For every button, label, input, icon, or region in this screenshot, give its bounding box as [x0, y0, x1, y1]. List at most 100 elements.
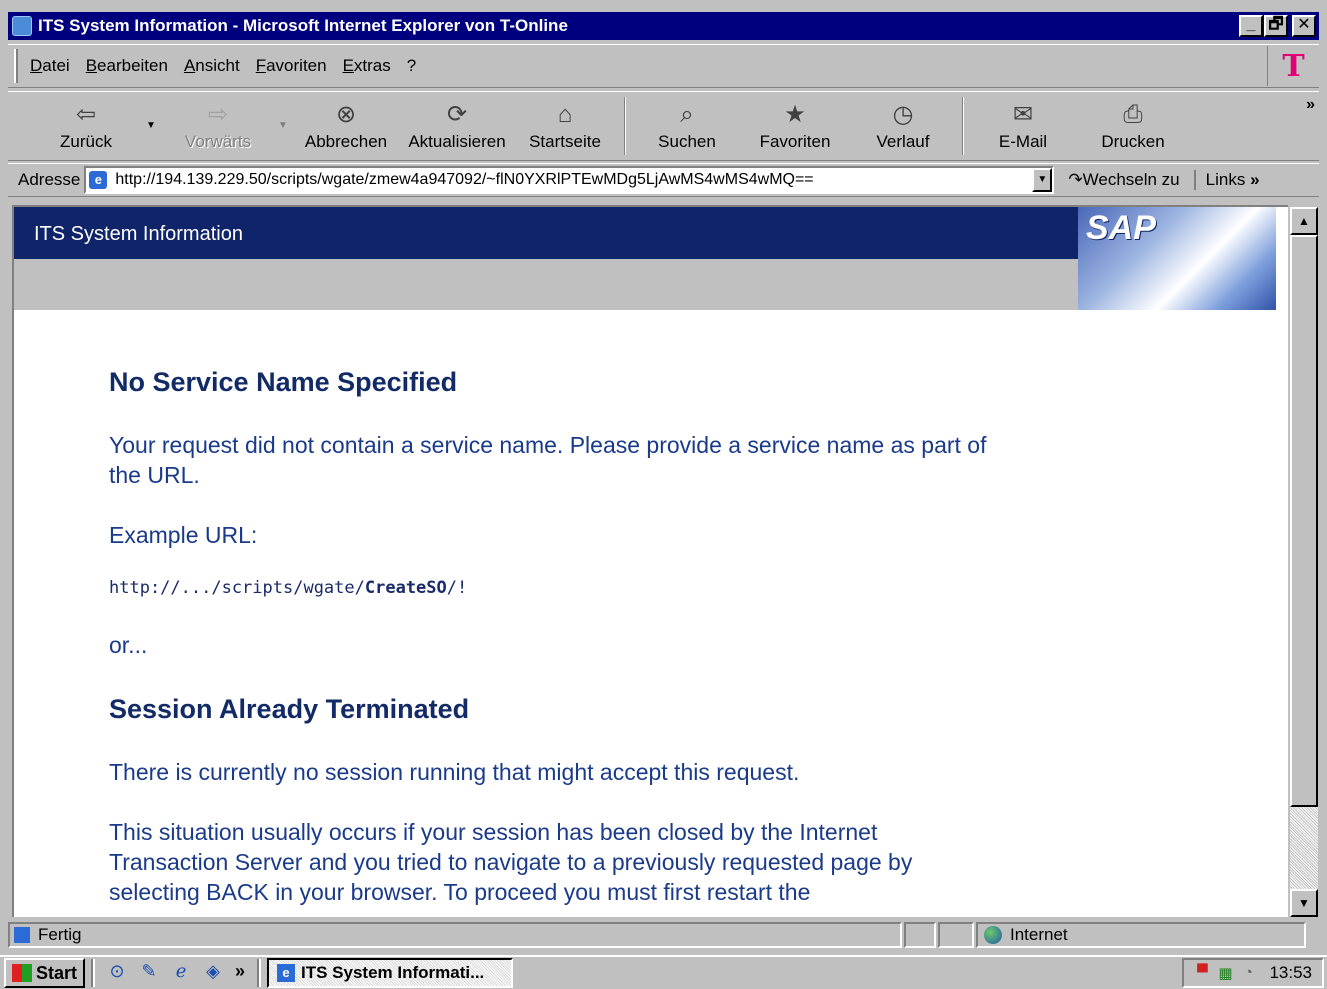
- menu-help[interactable]: ?: [407, 56, 416, 76]
- address-dropdown-button[interactable]: ▼: [1032, 168, 1053, 192]
- vertical-scrollbar[interactable]: ▲ ▼: [1290, 207, 1318, 917]
- status-zone: Internet: [1010, 925, 1068, 944]
- start-button[interactable]: Start: [4, 958, 86, 988]
- page-header-title: ITS System Information: [34, 223, 243, 245]
- forward-dropdown-icon[interactable]: ▼: [278, 120, 288, 131]
- scroll-down-button[interactable]: ▼: [1290, 889, 1318, 917]
- example-url-label: Example URL:: [109, 522, 258, 548]
- status-zone-panel: Internet: [976, 922, 1306, 948]
- status-text: Fertig: [38, 925, 82, 944]
- taskbar-separator: [257, 959, 262, 987]
- window-title: ITS System Information - Microsoft Inter…: [38, 16, 568, 35]
- page-status-icon: [14, 927, 30, 943]
- history-icon: ◷: [892, 101, 914, 128]
- system-tray: ▀ ▦ ◔ 13:53: [1182, 958, 1324, 988]
- forward-arrow-icon: ⇨: [207, 101, 229, 128]
- menu-favoriten[interactable]: Favoriten: [256, 56, 327, 76]
- status-panel-security: [938, 922, 974, 948]
- mail-button[interactable]: ✉ E-Mail: [980, 92, 1066, 160]
- sap-title-band: ITS System Information: [14, 207, 1078, 259]
- heading-no-service: No Service Name Specified: [109, 367, 458, 397]
- status-bar: Fertig Internet: [8, 921, 1319, 949]
- home-button[interactable]: ⌂ Startseite: [520, 92, 610, 160]
- scroll-up-button[interactable]: ▲: [1290, 207, 1318, 235]
- heading-session-terminated: Session Already Terminated: [109, 694, 470, 724]
- sap-logo: SAP: [1078, 207, 1276, 310]
- paragraph-no-service: Your request did not contain a service n…: [109, 432, 987, 488]
- menu-datei[interactable]: Datei: [30, 56, 70, 76]
- home-icon: ⌂: [557, 101, 573, 128]
- links-button[interactable]: Links »: [1193, 170, 1260, 190]
- taskbar-task-label: ITS System Informati...: [301, 963, 485, 982]
- paragraph-no-session: There is currently no session running th…: [109, 759, 800, 785]
- ie-window-icon[interactable]: [12, 16, 32, 36]
- tray-tonline-icon[interactable]: ▀: [1192, 964, 1212, 982]
- quicklaunch-channels-icon[interactable]: ◈: [200, 961, 226, 985]
- links-chevron: »: [1250, 170, 1260, 189]
- window-title-bar[interactable]: ITS System Information - Microsoft Inter…: [8, 12, 1319, 40]
- close-button[interactable]: ✕: [1292, 15, 1316, 37]
- favorites-folder-icon: ★: [784, 101, 806, 128]
- status-panel-progress: [904, 922, 936, 948]
- go-button[interactable]: ↷Wechseln zu: [1068, 170, 1179, 190]
- example-url-code: http://.../scripts/wgate/CreateSO/!: [109, 578, 468, 598]
- print-button[interactable]: ⎙ Drucken: [1088, 92, 1178, 160]
- refresh-button[interactable]: ⟳ Aktualisieren: [402, 92, 512, 160]
- quicklaunch-outlook-icon[interactable]: ✎: [136, 961, 162, 985]
- toolbar-overflow-chevron[interactable]: »: [1306, 96, 1315, 114]
- tray-scheduler-icon[interactable]: ◔: [1238, 964, 1258, 982]
- toolbar-grip[interactable]: [14, 49, 18, 83]
- sap-page-header: ITS System Information SAP: [14, 207, 1276, 310]
- start-label: Start: [36, 962, 78, 983]
- tray-clock[interactable]: 13:53: [1269, 963, 1312, 983]
- toolbar-separator: [624, 97, 626, 155]
- menu-extras[interactable]: Extras: [343, 56, 391, 76]
- toolbar-separator: [962, 97, 964, 155]
- address-label: Adresse: [18, 170, 81, 189]
- address-url[interactable]: http://194.139.229.50/scripts/wgate/zmew…: [115, 171, 1032, 189]
- windows-flag-icon: [12, 964, 32, 982]
- menu-bar: Datei Bearbeiten Ansicht Favoriten Extra…: [8, 44, 1319, 88]
- page-icon: e: [89, 171, 108, 189]
- address-bar: Adresse e http://194.139.229.50/scripts/…: [8, 163, 1319, 197]
- back-dropdown-icon[interactable]: ▼: [146, 120, 156, 131]
- history-button[interactable]: ◷ Verlauf: [860, 92, 946, 160]
- quicklaunch-chevron[interactable]: »: [232, 961, 248, 985]
- restore-button[interactable]: 🗗: [1264, 15, 1288, 37]
- taskbar-separator: [91, 959, 96, 987]
- favorites-button[interactable]: ★ Favoriten: [748, 92, 842, 160]
- page-viewport[interactable]: ITS System Information SAP No Service Na…: [12, 205, 1288, 917]
- stop-icon: ⊗: [335, 101, 357, 128]
- paragraph-situation: This situation usually occurs if your se…: [109, 819, 913, 905]
- search-icon: ⌕: [680, 101, 694, 128]
- taskbar: Start ⊙ ✎ ℯ ◈ » e ITS System Informati..…: [0, 955, 1327, 989]
- mail-icon: ✉: [1012, 101, 1034, 128]
- back-arrow-icon: ⇦: [75, 101, 97, 128]
- t-online-logo-icon: T: [1267, 46, 1319, 86]
- scrollbar-thumb[interactable]: [1290, 235, 1318, 807]
- back-button[interactable]: ⇦ Zurück: [42, 92, 130, 160]
- address-field[interactable]: e http://194.139.229.50/scripts/wgate/zm…: [84, 166, 1055, 194]
- or-text: or...: [109, 632, 148, 658]
- taskbar-ie-window-button[interactable]: e ITS System Informati...: [267, 958, 514, 988]
- search-button[interactable]: ⌕ Suchen: [644, 92, 730, 160]
- internet-globe-icon: [984, 926, 1002, 944]
- menu-bearbeiten[interactable]: Bearbeiten: [86, 56, 168, 76]
- quicklaunch-desktop-icon[interactable]: ⊙: [104, 961, 130, 985]
- example-service-name: CreateSO: [364, 578, 447, 598]
- links-label: Links: [1205, 170, 1246, 189]
- go-label: Wechseln zu: [1082, 170, 1180, 189]
- go-arrow-icon: ↷: [1068, 170, 1083, 189]
- stop-button[interactable]: ⊗ Abbrechen: [300, 92, 392, 160]
- tray-network-icon[interactable]: ▦: [1215, 964, 1235, 982]
- ie-task-icon: e: [277, 964, 296, 982]
- minimize-button[interactable]: _: [1239, 15, 1263, 37]
- refresh-icon: ⟳: [446, 101, 468, 128]
- quicklaunch-ie-icon[interactable]: ℯ: [168, 961, 194, 985]
- printer-icon: ⎙: [1123, 101, 1143, 128]
- menu-ansicht[interactable]: Ansicht: [184, 56, 240, 76]
- forward-button[interactable]: ⇨ Vorwärts: [168, 92, 268, 160]
- standard-toolbar: ⇦ Zurück ▼ ⇨ Vorwärts ▼ ⊗ Abbrechen ⟳ Ak…: [8, 91, 1319, 161]
- page-content: No Service Name Specified Your request d…: [109, 367, 989, 917]
- sap-logo-text: SAP: [1086, 209, 1156, 247]
